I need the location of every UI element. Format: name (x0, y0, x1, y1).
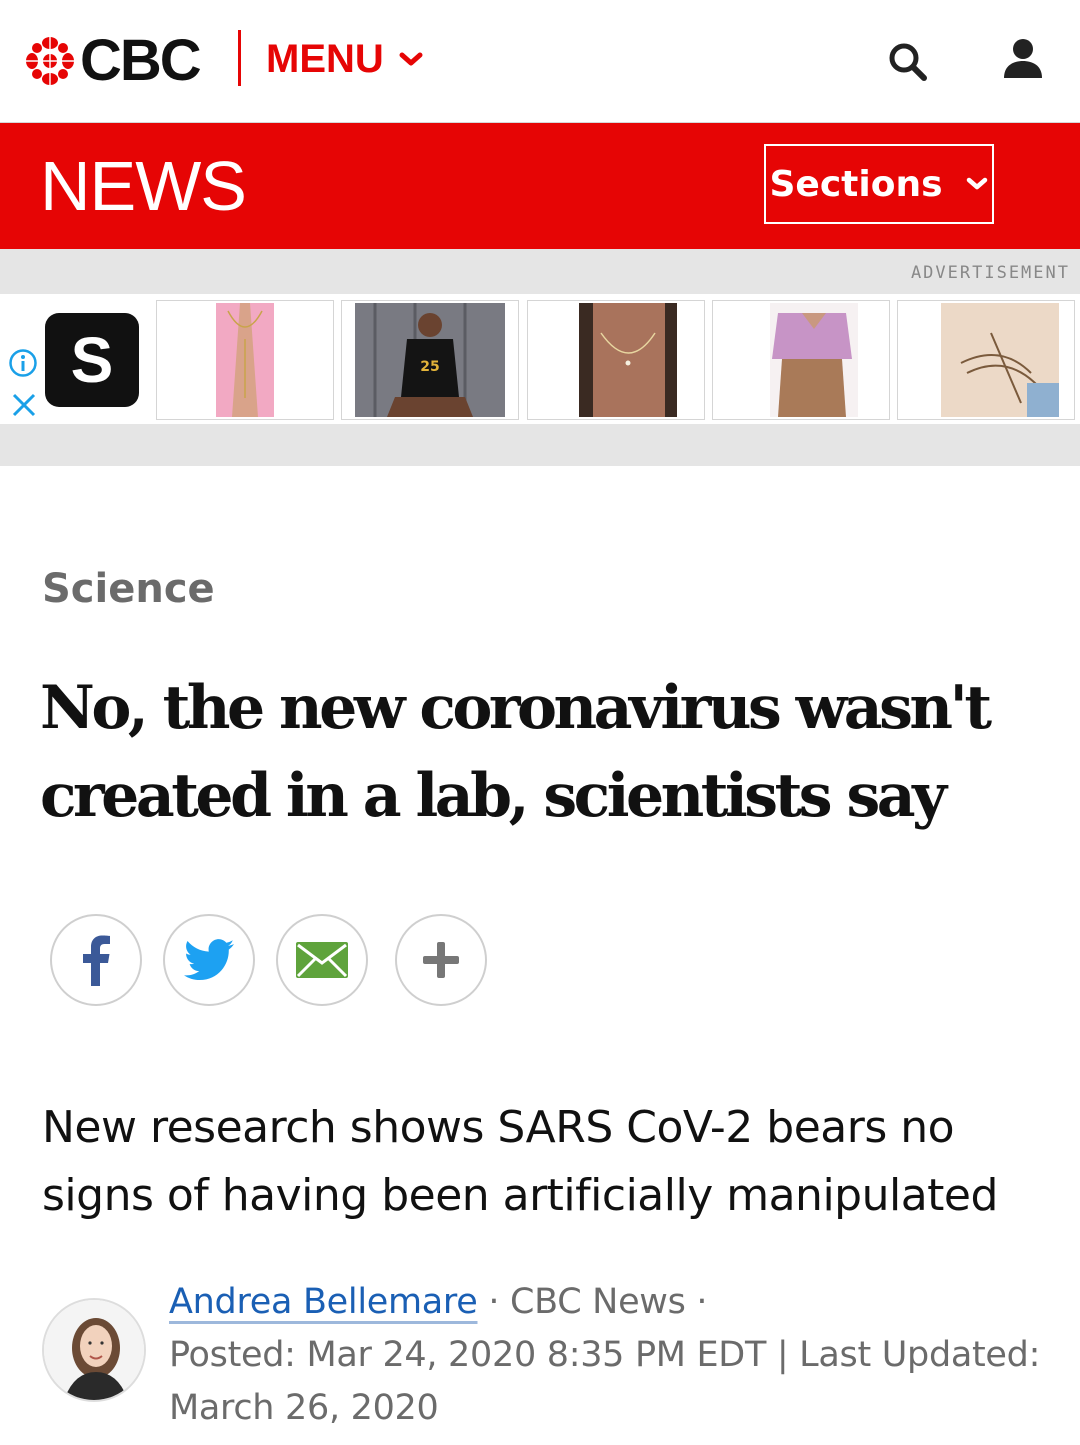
facebook-share-button[interactable] (50, 914, 142, 1006)
byline-separator: · (685, 1282, 708, 1322)
sections-label: Sections (769, 163, 943, 205)
sections-button[interactable]: Sections (764, 144, 994, 224)
product-blouse[interactable] (712, 300, 890, 420)
facebook-icon (83, 935, 110, 986)
article-byline: Andrea Bellemare · CBC News · Posted: Ma… (169, 1276, 1049, 1435)
product-image (170, 303, 320, 417)
news-title[interactable]: NEWS (40, 147, 247, 225)
author-link[interactable]: Andrea Bellemare (169, 1282, 478, 1322)
chevron-down-icon (966, 177, 987, 190)
twitter-share-button[interactable] (163, 914, 255, 1006)
product-sandals[interactable] (897, 300, 1075, 420)
cbc-gem-logo[interactable] (26, 37, 74, 85)
advertisement-label: ADVERTISEMENT (910, 263, 1070, 283)
product-image (726, 303, 876, 417)
more-share-button[interactable] (395, 914, 487, 1006)
article-headline: No, the new coronavirus wasn't created i… (40, 673, 992, 831)
email-share-button[interactable] (276, 914, 368, 1006)
top-bar: CBC MENU (0, 0, 1080, 123)
search-icon[interactable] (886, 40, 930, 84)
info-icon[interactable] (8, 348, 38, 378)
header-divider (238, 30, 241, 86)
product-image: 25 (355, 303, 505, 417)
product-necklace-pink[interactable] (156, 300, 334, 420)
news-bar: NEWS Sections (0, 123, 1080, 249)
close-icon[interactable] (10, 391, 38, 419)
product-jersey[interactable]: 25 (341, 300, 519, 420)
advertisement-area: ADVERTISEMENT S 25 (0, 249, 1080, 466)
publish-date: Posted: Mar 24, 2020 8:35 PM EDT | Last … (169, 1335, 1041, 1428)
svg-text:25: 25 (420, 359, 439, 375)
author-avatar[interactable] (42, 1298, 146, 1402)
account-icon[interactable] (1002, 38, 1044, 80)
menu-button[interactable]: MENU (266, 33, 424, 85)
chevron-down-icon (399, 52, 423, 66)
article-category[interactable]: Science (42, 566, 215, 612)
product-image (911, 303, 1061, 417)
byline-source: CBC News (509, 1282, 686, 1322)
menu-label: MENU (266, 37, 384, 81)
twitter-icon (184, 939, 234, 980)
article-deck: New research shows SARS CoV-2 bears no s… (42, 1102, 998, 1221)
ad-banner[interactable]: S 25 (0, 294, 1080, 424)
email-icon (296, 942, 348, 978)
product-necklace[interactable] (527, 300, 705, 420)
plus-icon (423, 942, 459, 978)
cbc-wordmark[interactable]: CBC (80, 28, 202, 94)
product-image (541, 303, 691, 417)
ad-brand-logo[interactable]: S (45, 313, 139, 407)
byline-separator: · (477, 1282, 510, 1322)
